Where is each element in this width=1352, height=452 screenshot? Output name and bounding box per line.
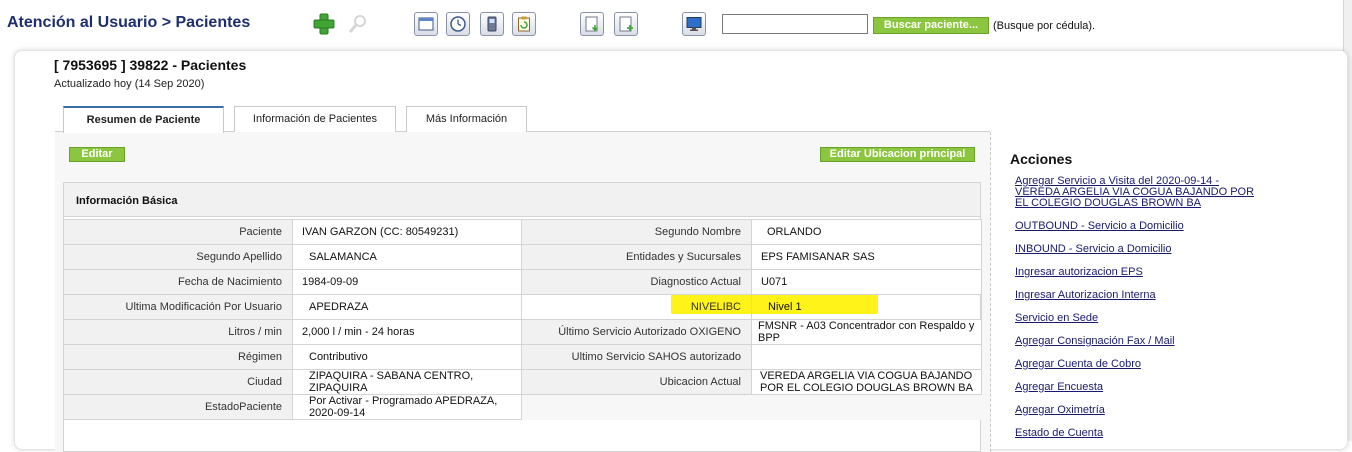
- field-label: Segundo Apellido: [63, 244, 293, 270]
- monitor-icon: [686, 17, 702, 31]
- breadcrumb: Atención al Usuario > Pacientes: [7, 14, 250, 32]
- action-add-consignment[interactable]: Agregar Consignación Fax / Mail: [1015, 336, 1275, 347]
- tab-resumen-paciente[interactable]: Resumen de Paciente: [63, 106, 224, 133]
- table-row: Ultima Modificación Por Usuario APEDRAZA…: [63, 294, 982, 320]
- field-label: Último Servicio Autorizado OXIGENO: [521, 319, 752, 345]
- action-internal-authorization[interactable]: Ingresar Autorizacion Interna: [1015, 290, 1275, 301]
- field-label: Fecha de Nacimiento: [63, 269, 293, 295]
- breadcrumb-root[interactable]: Atención al Usuario: [7, 14, 157, 31]
- empty-cell: [521, 394, 752, 420]
- tab-mas-informacion[interactable]: Más Información: [406, 106, 527, 132]
- field-label: Entidades y Sucursales: [521, 244, 752, 270]
- phone-icon: [487, 16, 497, 32]
- search-zoom-icon: [348, 15, 366, 33]
- calendar-window-icon: [418, 17, 434, 31]
- clock-icon: [450, 16, 466, 32]
- field-label: EstadoPaciente: [63, 394, 293, 420]
- field-value: 1984-09-09: [292, 269, 522, 295]
- document-add-icon: [619, 16, 633, 32]
- search-hint: (Busque por cédula).: [993, 20, 1096, 32]
- field-value: ORLANDO: [751, 219, 982, 245]
- field-value: ZIPAQUIRA - SABANA CENTRO, ZIPAQUIRA: [292, 369, 522, 395]
- add-icon: [313, 13, 335, 35]
- field-value: 2,000 l / min - 24 horas: [292, 319, 522, 345]
- basic-info-table: Paciente IVAN GARZON (CC: 80549231) Segu…: [63, 219, 982, 420]
- clipboard-button[interactable]: [512, 12, 536, 36]
- action-add-oximetry[interactable]: Agregar Oximetría: [1015, 405, 1275, 416]
- actions-title: Acciones: [1010, 151, 1073, 167]
- field-value: FMSNR - A03 Concentrador con Respaldo y …: [751, 319, 982, 345]
- action-service-at-site[interactable]: Servicio en Sede: [1015, 313, 1275, 324]
- add-patient-button[interactable]: [312, 12, 336, 36]
- breadcrumb-separator: >: [161, 14, 172, 31]
- field-label: Segundo Nombre: [521, 219, 752, 245]
- top-bar: Atención al Usuario > Pacientes Buscar p…: [0, 0, 1352, 48]
- field-value: APEDRAZA: [292, 294, 522, 320]
- action-account-status[interactable]: Estado de Cuenta: [1015, 428, 1275, 439]
- field-value: U071: [751, 269, 982, 295]
- document-add-button[interactable]: [614, 12, 638, 36]
- patient-search-input[interactable]: [722, 14, 868, 34]
- page-subtitle: Actualizado hoy (14 Sep 2020): [54, 78, 205, 90]
- field-value: Contributivo: [292, 344, 522, 370]
- table-row: Segundo Apellido SALAMANCA Entidades y S…: [63, 244, 982, 270]
- table-row: Régimen Contributivo Ultimo Servicio SAH…: [63, 344, 982, 370]
- clipboard-refresh-icon: [518, 16, 530, 32]
- action-add-service-visit[interactable]: Agregar Servicio a Visita del 2020-09-14…: [1015, 176, 1265, 209]
- field-value: VEREDA ARGELIA VIA COGUA BAJANDO POR EL …: [751, 369, 982, 395]
- monitor-button[interactable]: [682, 12, 706, 36]
- basic-info-header: Información Básica: [63, 182, 981, 217]
- tab-informacion-pacientes[interactable]: Información de Pacientes: [234, 106, 396, 132]
- field-value-nivelibc: Nivel 1: [751, 294, 982, 320]
- field-label: Régimen: [63, 344, 293, 370]
- empty-cell: [751, 394, 982, 420]
- phone-button[interactable]: [480, 12, 504, 36]
- edit-location-button[interactable]: Editar Ubicacion principal: [820, 147, 975, 162]
- field-value: Por Activar - Programado APEDRAZA, 2020-…: [292, 394, 522, 420]
- table-row: EstadoPaciente Por Activar - Programado …: [63, 394, 982, 420]
- zoom-button[interactable]: [346, 12, 370, 36]
- field-value: [751, 344, 982, 370]
- field-value: EPS FAMISANAR SAS: [751, 244, 982, 270]
- field-label: Ultima Modificación Por Usuario: [63, 294, 293, 320]
- field-value: SALAMANCA: [292, 244, 522, 270]
- clock-button[interactable]: [446, 12, 470, 36]
- document-download-button[interactable]: [580, 12, 604, 36]
- table-row: Fecha de Nacimiento 1984-09-09 Diagnosti…: [63, 269, 982, 295]
- action-add-billing-account[interactable]: Agregar Cuenta de Cobro: [1015, 359, 1275, 370]
- action-outbound-home-service[interactable]: OUTBOUND - Servicio a Domicilio: [1015, 221, 1275, 232]
- table-row: Paciente IVAN GARZON (CC: 80549231) Segu…: [63, 219, 982, 245]
- field-label-nivelibc: NIVELIBC: [521, 294, 752, 320]
- field-label: Litros / min: [63, 319, 293, 345]
- field-label: Ciudad: [63, 369, 293, 395]
- action-eps-authorization[interactable]: Ingresar autorizacion EPS: [1015, 267, 1275, 278]
- field-label: Paciente: [63, 219, 293, 245]
- page-title: [ 7953695 ] 39822 - Pacientes: [54, 57, 247, 73]
- edit-button[interactable]: Editar: [69, 147, 125, 162]
- basic-info-title: Información Básica: [76, 195, 178, 207]
- actions-list: Agregar Servicio a Visita del 2020-09-14…: [1015, 176, 1275, 451]
- table-row: Ciudad ZIPAQUIRA - SABANA CENTRO, ZIPAQU…: [63, 369, 982, 395]
- field-value: IVAN GARZON (CC: 80549231): [292, 219, 522, 245]
- action-add-survey[interactable]: Agregar Encuesta: [1015, 382, 1275, 393]
- field-label: Diagnostico Actual: [521, 269, 752, 295]
- window-button[interactable]: [414, 12, 438, 36]
- document-download-icon: [585, 16, 599, 32]
- table-row: Litros / min 2,000 l / min - 24 horas Úl…: [63, 319, 982, 345]
- breadcrumb-current: Pacientes: [175, 14, 251, 31]
- search-patient-button[interactable]: Buscar paciente...: [873, 17, 989, 34]
- field-label: Ubicacion Actual: [521, 369, 752, 395]
- action-inbound-home-service[interactable]: INBOUND - Servicio a Domicilio: [1015, 244, 1275, 255]
- field-label: Ultimo Servicio SAHOS autorizado: [521, 344, 752, 370]
